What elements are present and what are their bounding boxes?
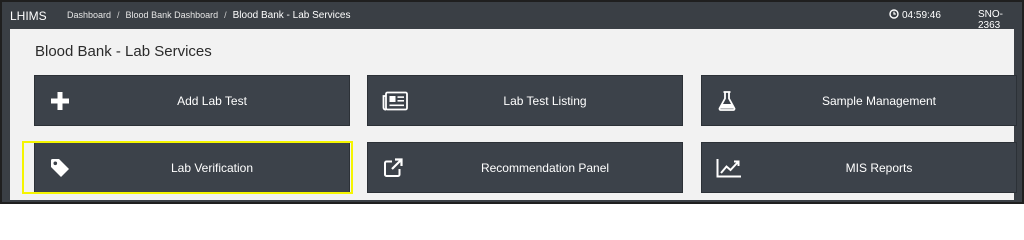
clock-icon [889,9,899,22]
tile-label: MIS Reports [845,160,913,175]
breadcrumb-separator: / [117,10,120,20]
mis-reports-button[interactable]: MIS Reports [701,142,1017,193]
breadcrumb: Dashboard / Blood Bank Dashboard / Blood Ban… [67,10,350,21]
main-panel: Blood Bank - Lab Services Add Lab Test L… [10,29,1017,200]
lab-verification-button[interactable]: Lab Verification [34,142,350,193]
tile-label: Lab Test Listing [503,93,587,108]
serial-number: SNO-2363 [978,9,1003,31]
tile-label: Lab Verification [170,160,254,175]
app-window: LHIMS Dashboard / Blood Bank Dashboard / Blo… [0,0,1024,204]
tile-label: Recommendation Panel [480,160,610,175]
breadcrumb-separator: / [224,10,227,20]
breadcrumb-dashboard[interactable]: Dashboard [67,10,111,20]
top-bar: LHIMS Dashboard / Blood Bank Dashboard / Blo… [2,2,1022,31]
breadcrumb-blood-bank-dashboard[interactable]: Blood Bank Dashboard [126,10,219,20]
lab-test-listing-button[interactable]: Lab Test Listing [367,75,683,126]
sample-management-button[interactable]: Sample Management [701,75,1017,126]
breadcrumb-current: Blood Bank - Lab Services [232,10,351,21]
app-brand[interactable]: LHIMS [10,9,47,23]
session-clock: 04:59:46 [889,9,941,22]
page-title: Blood Bank - Lab Services [35,43,212,60]
recommendation-panel-button[interactable]: Recommendation Panel [367,142,683,193]
add-lab-test-button[interactable]: Add Lab Test [34,75,350,126]
clock-time: 04:59:46 [902,10,941,21]
tile-label: Add Lab Test [177,93,247,108]
tile-label: Sample Management [821,93,937,108]
